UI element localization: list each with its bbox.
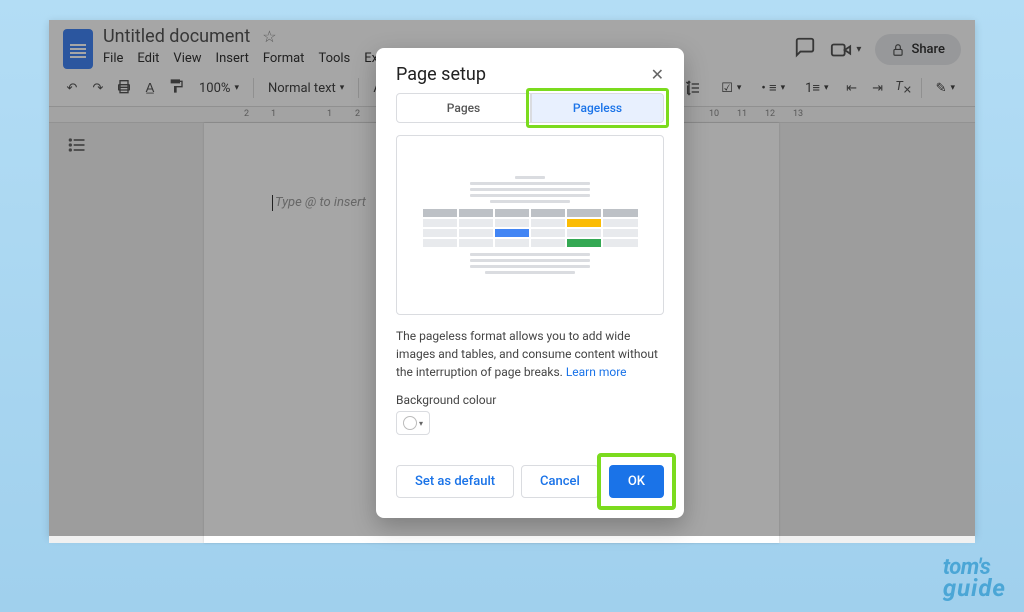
ok-button[interactable]: OK [609,465,664,498]
pageless-description: The pageless format allows you to add wi… [376,327,684,381]
bg-color-picker[interactable]: ▾ [396,411,430,435]
learn-more-link[interactable]: Learn more [566,365,627,379]
tab-pages[interactable]: Pages [396,93,531,123]
close-icon[interactable]: ✕ [651,65,664,84]
chevron-down-icon: ▾ [419,419,423,428]
cancel-button[interactable]: Cancel [521,465,599,498]
pageless-preview [396,135,664,315]
page-setup-dialog: Page setup ✕ Pages Pageless [376,48,684,518]
tab-pageless[interactable]: Pageless [531,93,664,123]
color-swatch-icon [403,416,417,430]
set-default-button[interactable]: Set as default [396,465,514,498]
bg-color-label: Background colour [376,381,684,411]
watermark: tom's guide [943,559,1006,598]
dialog-title: Page setup [396,64,486,85]
